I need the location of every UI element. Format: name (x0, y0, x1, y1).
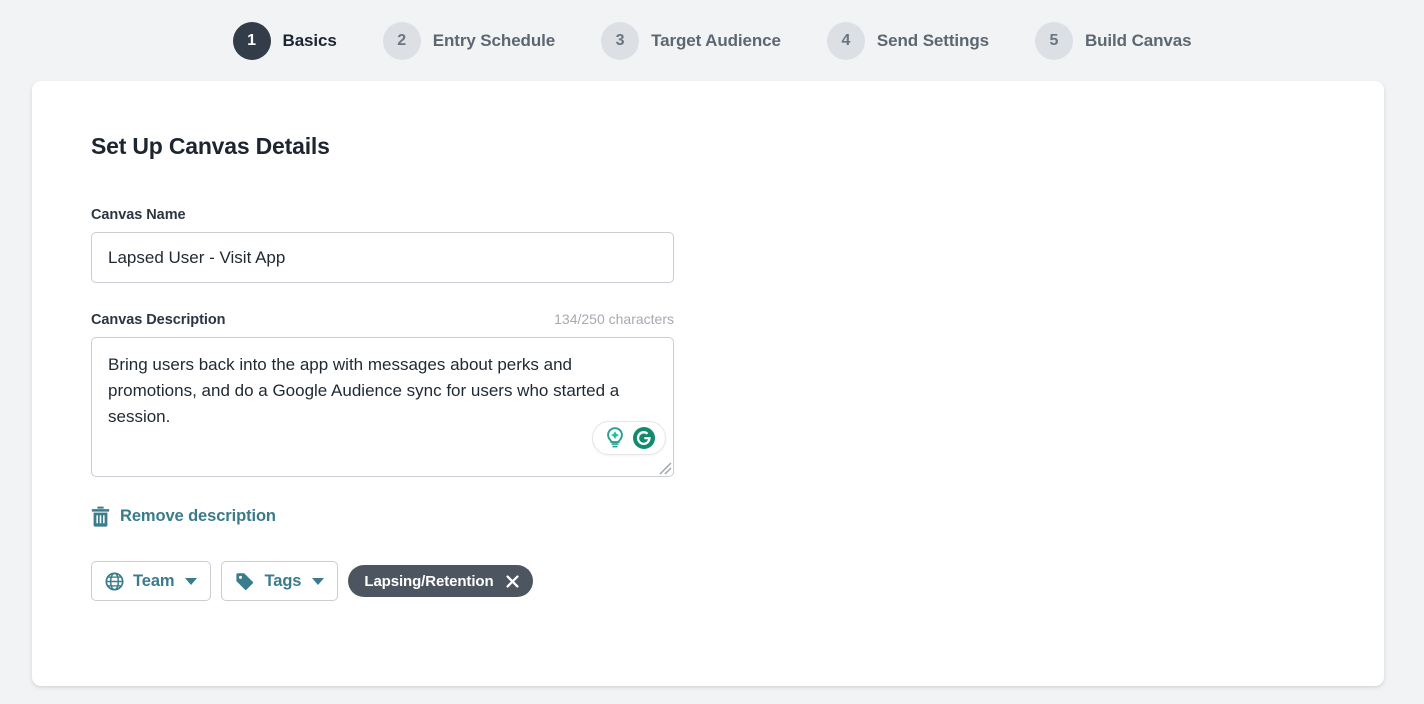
step-5-label: Build Canvas (1084, 30, 1192, 50)
step-4-number: 4 (826, 21, 865, 60)
step-3-number: 3 (601, 21, 640, 60)
step-5-build-canvas[interactable]: 5 Build Canvas (1012, 21, 1215, 60)
step-1-basics[interactable]: 1 Basics (210, 21, 360, 60)
team-dropdown-label: Team (133, 571, 175, 590)
team-dropdown[interactable]: Team (91, 561, 212, 601)
canvas-description-field-group: Canvas Description 134/250 characters Br… (91, 311, 1384, 477)
step-2-label: Entry Schedule (432, 30, 556, 50)
trash-icon (91, 506, 110, 527)
canvas-description-textarea[interactable]: Bring users back into the app with messa… (91, 337, 674, 477)
tag-icon (236, 572, 254, 590)
step-5-number: 5 (1034, 21, 1073, 60)
canvas-name-input[interactable] (91, 232, 674, 283)
close-icon[interactable] (505, 574, 519, 588)
step-4-send-settings[interactable]: 4 Send Settings (804, 21, 1012, 60)
page-title: Set Up Canvas Details (91, 133, 330, 159)
tags-dropdown[interactable]: Tags (221, 561, 339, 601)
step-1-number: 1 (232, 21, 271, 60)
textarea-resize-handle[interactable] (656, 459, 672, 475)
canvas-wizard-stepper: 1 Basics 2 Entry Schedule 3 Target Audie… (0, 0, 1424, 81)
character-counter: 134/250 characters (554, 311, 674, 327)
step-3-label: Target Audience (651, 30, 781, 50)
canvas-description-label-row: Canvas Description 134/250 characters (91, 311, 674, 328)
remove-description-button[interactable]: Remove description (91, 506, 276, 527)
chevron-down-icon (312, 577, 325, 585)
canvas-meta-controls: Team Tags Lapsing/Retention (91, 561, 1384, 601)
tag-chip-label: Lapsing/Retention (364, 572, 494, 590)
step-2-number: 2 (382, 21, 421, 60)
globe-icon (105, 571, 124, 591)
canvas-description-wrapper: Bring users back into the app with messa… (91, 337, 674, 477)
lightbulb-icon[interactable] (602, 425, 628, 451)
canvas-name-label: Canvas Name (91, 207, 186, 223)
tag-chip-lapsing-retention: Lapsing/Retention (348, 565, 533, 597)
step-1-label: Basics (282, 30, 337, 50)
tags-dropdown-label: Tags (264, 571, 302, 590)
step-2-entry-schedule[interactable]: 2 Entry Schedule (360, 21, 578, 60)
grammarly-g-icon[interactable] (631, 425, 657, 451)
canvas-details-card: Set Up Canvas Details Canvas Name Canvas… (32, 81, 1384, 686)
chevron-down-icon (185, 577, 198, 585)
canvas-name-label-row: Canvas Name (91, 207, 674, 223)
canvas-name-field-group: Canvas Name (91, 207, 1384, 283)
step-4-label: Send Settings (876, 30, 989, 50)
step-3-target-audience[interactable]: 3 Target Audience (578, 21, 804, 60)
canvas-description-label: Canvas Description (91, 312, 226, 328)
remove-description-label: Remove description (120, 507, 276, 525)
grammarly-widget[interactable] (592, 421, 666, 455)
